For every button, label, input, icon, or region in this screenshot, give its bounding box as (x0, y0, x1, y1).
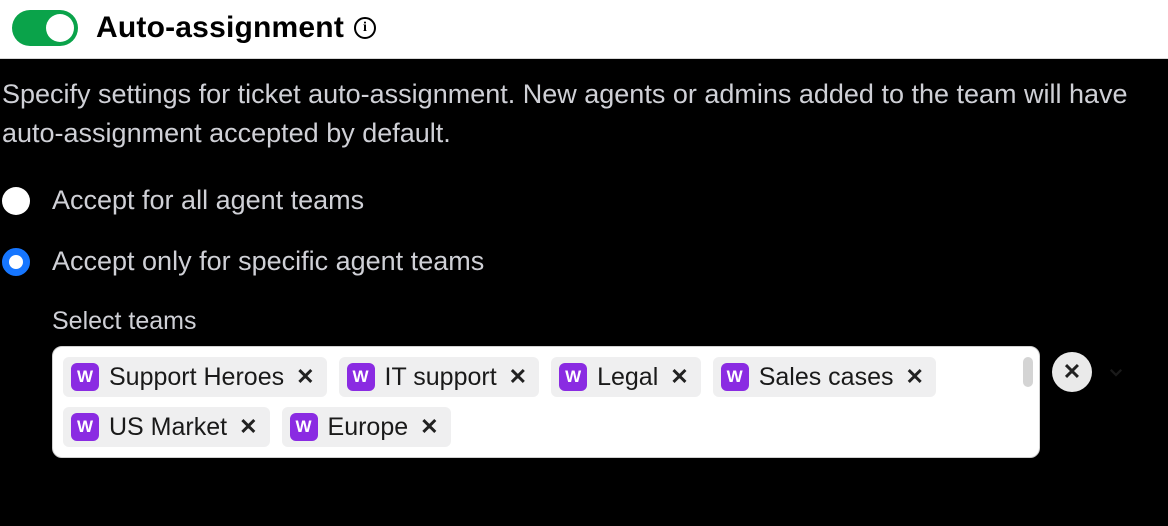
select-teams-row: WSupport Heroes✕WIT support✕WLegal✕WSale… (52, 346, 1168, 458)
toggle-knob (46, 14, 74, 42)
team-chip-label: US Market (109, 413, 227, 442)
remove-chip-button[interactable]: ✕ (418, 414, 440, 440)
team-chip-icon: W (290, 413, 318, 441)
team-chip: W Europe ✕ (282, 407, 451, 447)
remove-chip-button[interactable]: ✕ (237, 414, 259, 440)
team-chip-label: Europe (328, 413, 409, 442)
dropdown-toggle[interactable] (1104, 360, 1128, 384)
team-chip-label: IT support (385, 363, 497, 392)
team-chip-label: Support Heroes (109, 363, 284, 392)
radio-label-specific-teams: Accept only for specific agent teams (52, 246, 484, 277)
select-teams-label: Select teams (52, 307, 1168, 336)
remove-chip-button[interactable]: ✕ (904, 364, 926, 390)
description-text: Specify settings for ticket auto-assignm… (0, 59, 1168, 153)
page-title-text: Auto-assignment (96, 11, 344, 45)
auto-assignment-toggle[interactable] (12, 10, 78, 46)
team-chip-icon: W (71, 413, 99, 441)
info-icon[interactable]: i (354, 17, 376, 39)
select-teams-input[interactable]: WSupport Heroes✕WIT support✕WLegal✕WSale… (52, 346, 1040, 458)
radio-input-all-teams[interactable] (2, 187, 30, 215)
radio-input-specific-teams[interactable] (2, 248, 30, 276)
remove-chip-button[interactable]: ✕ (507, 364, 529, 390)
page-title: Auto-assignment i (96, 11, 376, 45)
team-chip: W Legal ✕ (551, 357, 701, 397)
header-bar: Auto-assignment i (0, 0, 1168, 59)
team-chip-icon: W (347, 363, 375, 391)
team-chip: W US Market ✕ (63, 407, 270, 447)
remove-chip-button[interactable]: ✕ (668, 364, 690, 390)
team-chip: W Support Heroes ✕ (63, 357, 327, 397)
radio-label-all-teams: Accept for all agent teams (52, 185, 364, 216)
scrollbar-thumb[interactable] (1023, 357, 1033, 387)
radio-option-specific-teams[interactable]: Accept only for specific agent teams (0, 246, 1168, 277)
radio-option-all-teams[interactable]: Accept for all agent teams (0, 185, 1168, 216)
team-chip-icon: W (559, 363, 587, 391)
team-chip-icon: W (721, 363, 749, 391)
team-chip: W Sales cases ✕ (713, 357, 936, 397)
team-chip-label: Sales cases (759, 363, 894, 392)
clear-selection-button[interactable]: ✕ (1052, 352, 1092, 392)
chevron-down-icon (1107, 363, 1125, 381)
radio-group: Accept for all agent teams Accept only f… (0, 185, 1168, 277)
team-chip-label: Legal (597, 363, 658, 392)
team-chip-icon: W (71, 363, 99, 391)
team-chip: W IT support ✕ (339, 357, 540, 397)
remove-chip-button[interactable]: ✕ (294, 364, 316, 390)
